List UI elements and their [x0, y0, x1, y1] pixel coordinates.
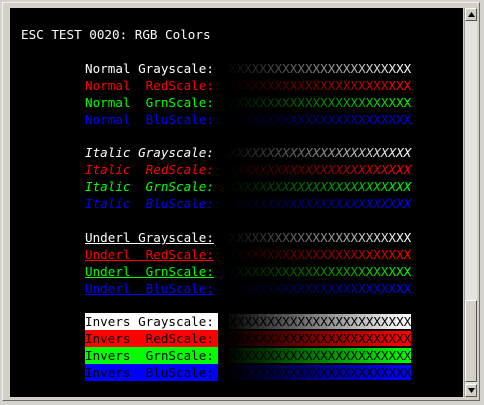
- row-label: Underl BluScale:: [85, 281, 214, 296]
- scroll-up-button[interactable]: [465, 8, 477, 21]
- row-label: Italic Grayscale:: [85, 145, 214, 160]
- row-label: Normal GrnScale:: [85, 95, 214, 110]
- row-label: Invers BluScale:: [85, 364, 218, 381]
- normal-blue-row: Normal BluScale: XXXXXXXXXXXXXXXXXXXXXXXX: [10, 111, 463, 128]
- inverse-red-row: Invers RedScale: XXXXXXXXXXXXXXXXXXXXXXXX: [10, 330, 463, 347]
- vertical-scrollbar[interactable]: [464, 8, 477, 397]
- normal-green-row: Normal GrnScale: XXXXXXXXXXXXXXXXXXXXXXXX: [10, 94, 463, 111]
- row-label: Italic RedScale:: [85, 162, 214, 177]
- color-gradient-bar: XXXXXXXXXXXXXXXXXXXXXXXX: [229, 247, 412, 262]
- color-gradient-bar: XXXXXXXXXXXXXXXXXXXXXXXX: [229, 331, 412, 346]
- color-gradient-bar: XXXXXXXXXXXXXXXXXXXXXXXX: [229, 112, 412, 127]
- row-label: Normal RedScale:: [85, 78, 214, 93]
- color-gradient-bar: XXXXXXXXXXXXXXXXXXXXXXXX: [229, 145, 412, 160]
- underline-red-row: Underl RedScale: XXXXXXXXXXXXXXXXXXXXXXXX: [10, 246, 463, 263]
- row-label: Underl RedScale:: [85, 247, 214, 262]
- color-gradient-bar: XXXXXXXXXXXXXXXXXXXXXXXX: [229, 78, 412, 93]
- color-gradient-bar: XXXXXXXXXXXXXXXXXXXXXXXX: [229, 179, 412, 194]
- italic-gray-row: Italic Grayscale: XXXXXXXXXXXXXXXXXXXXXXX…: [10, 144, 463, 161]
- row-label: Invers GrnScale:: [85, 347, 218, 364]
- color-gradient-bar: XXXXXXXXXXXXXXXXXXXXXXXX: [229, 230, 412, 245]
- normal-red-row: Normal RedScale: XXXXXXXXXXXXXXXXXXXXXXXX: [10, 77, 463, 94]
- color-gradient-bar: XXXXXXXXXXXXXXXXXXXXXXXX: [229, 61, 412, 76]
- row-label: Normal Grayscale:: [85, 61, 214, 76]
- scrollbar-thumb[interactable]: [465, 300, 477, 382]
- row-label: Italic BluScale:: [85, 196, 214, 211]
- row-label: Italic GrnScale:: [85, 179, 214, 194]
- color-gradient-bar: XXXXXXXXXXXXXXXXXXXXXXXX: [229, 314, 412, 329]
- italic-red-row: Italic RedScale: XXXXXXXXXXXXXXXXXXXXXXXX: [10, 161, 463, 178]
- row-label: Normal BluScale:: [85, 112, 214, 127]
- color-gradient-bar: XXXXXXXXXXXXXXXXXXXXXXXX: [229, 196, 412, 211]
- underline-gray-row: Underl Grayscale: XXXXXXXXXXXXXXXXXXXXXXX…: [10, 229, 463, 246]
- inverse-blue-row: Invers BluScale: XXXXXXXXXXXXXXXXXXXXXXXX: [10, 364, 463, 381]
- arrow-down-icon: [468, 388, 475, 393]
- color-gradient-bar: XXXXXXXXXXXXXXXXXXXXXXXX: [229, 281, 412, 296]
- underline-blue-row: Underl BluScale: XXXXXXXXXXXXXXXXXXXXXXXX: [10, 280, 463, 297]
- row-label: Underl Grayscale:: [85, 230, 214, 245]
- test-title: ESC TEST 0020: RGB Colors: [21, 27, 211, 42]
- normal-gray-row: Normal Grayscale: XXXXXXXXXXXXXXXXXXXXXXX…: [10, 60, 463, 77]
- color-gradient-bar: XXXXXXXXXXXXXXXXXXXXXXXX: [229, 95, 412, 110]
- italic-blue-row: Italic BluScale: XXXXXXXXXXXXXXXXXXXXXXXX: [10, 195, 463, 212]
- scroll-down-button[interactable]: [465, 384, 477, 397]
- italic-green-row: Italic GrnScale: XXXXXXXXXXXXXXXXXXXXXXXX: [10, 178, 463, 195]
- color-gradient-bar: XXXXXXXXXXXXXXXXXXXXXXXX: [229, 365, 412, 380]
- row-label: Underl GrnScale:: [85, 264, 214, 279]
- inverse-gray-row: Invers Grayscale: XXXXXXXXXXXXXXXXXXXXXXX…: [10, 313, 463, 330]
- row-label: Invers RedScale:: [85, 330, 218, 347]
- arrow-up-icon: [468, 12, 475, 17]
- color-gradient-bar: XXXXXXXXXXXXXXXXXXXXXXXX: [229, 348, 412, 363]
- terminal-screen[interactable]: ESC TEST 0020: RGB Colors Normal Graysca…: [10, 8, 463, 397]
- row-label: Invers Grayscale:: [85, 313, 218, 330]
- terminal-window: ESC TEST 0020: RGB Colors Normal Graysca…: [2, 2, 480, 401]
- color-gradient-bar: XXXXXXXXXXXXXXXXXXXXXXXX: [229, 264, 412, 279]
- underline-green-row: Underl GrnScale: XXXXXXXXXXXXXXXXXXXXXXXX: [10, 263, 463, 280]
- inverse-green-row: Invers GrnScale: XXXXXXXXXXXXXXXXXXXXXXXX: [10, 347, 463, 364]
- color-gradient-bar: XXXXXXXXXXXXXXXXXXXXXXXX: [229, 162, 412, 177]
